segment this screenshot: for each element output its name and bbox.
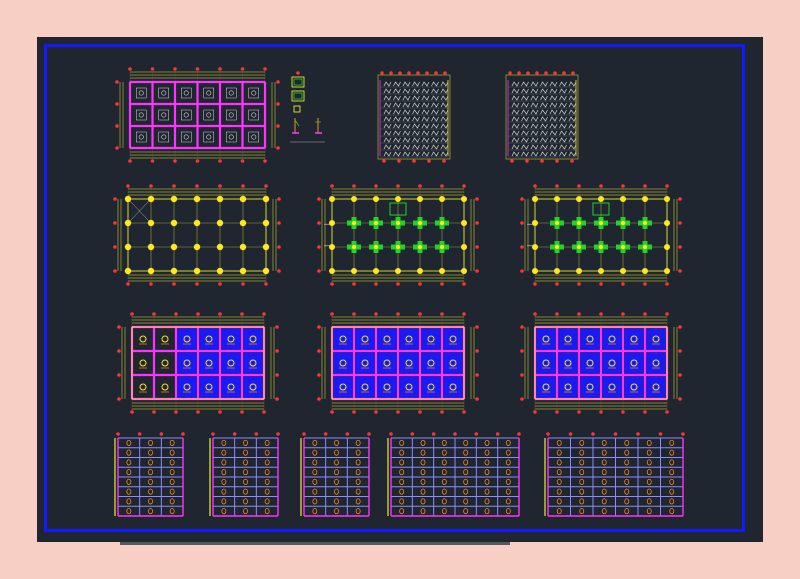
- elevation-4[interactable]: [383, 430, 528, 525]
- section-details-panel[interactable]: [285, 70, 330, 150]
- footing-pad: [203, 87, 214, 99]
- column-plan-1[interactable]: [112, 184, 282, 286]
- elevation-1[interactable]: [110, 430, 195, 525]
- stair-detail-right[interactable]: [498, 70, 583, 165]
- footing-pad: [248, 131, 259, 143]
- footing-pad: [226, 87, 237, 99]
- footing-pad: [248, 109, 259, 121]
- footing-pad: [181, 131, 192, 143]
- footing-pad: [181, 87, 192, 99]
- slab-plan-3[interactable]: [515, 312, 690, 414]
- footing-pad: [136, 109, 147, 121]
- scale-bar: [120, 542, 510, 545]
- elevation-5[interactable]: [540, 430, 690, 525]
- footing-plan[interactable]: [115, 67, 280, 163]
- elevation-2[interactable]: [205, 430, 290, 525]
- stair-detail-left[interactable]: [370, 70, 455, 165]
- footing-pad: [248, 87, 259, 99]
- footing-pad: [226, 109, 237, 121]
- footing-pad: [136, 131, 147, 143]
- footing-pad: [158, 87, 169, 99]
- footing-pad: [136, 87, 147, 99]
- slab-plan-1[interactable]: [112, 312, 282, 414]
- foundation-plan-3[interactable]: [515, 184, 690, 286]
- footing-pad: [181, 109, 192, 121]
- slab-plan-2[interactable]: [312, 312, 482, 414]
- footing-pad: [226, 131, 237, 143]
- foundation-plan-2[interactable]: [312, 184, 482, 286]
- footing-pad: [203, 131, 214, 143]
- elevation-3[interactable]: [296, 430, 381, 525]
- footing-pad: [158, 109, 169, 121]
- footing-pad: [158, 131, 169, 143]
- footing-pad: [203, 109, 214, 121]
